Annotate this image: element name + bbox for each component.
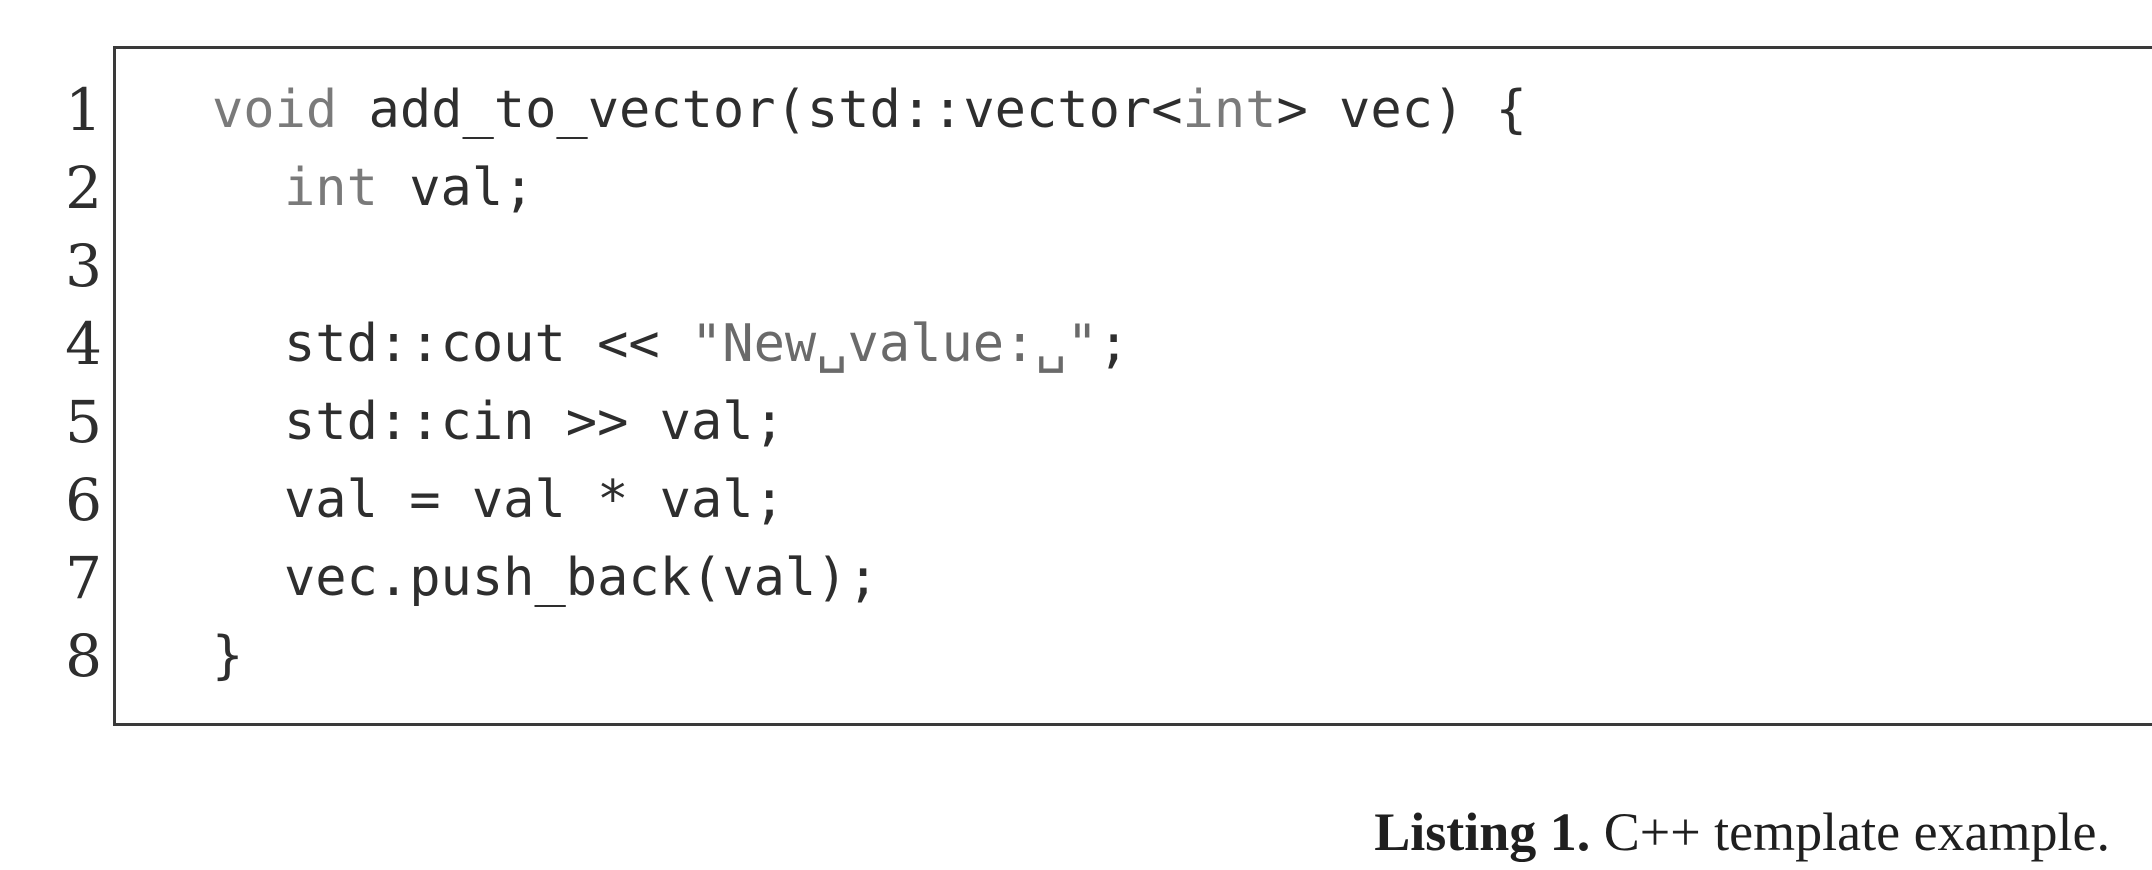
- declaration-rest: val;: [377, 158, 535, 218]
- caption-text: C++ template example.: [1590, 802, 2110, 862]
- line-number-6: 6: [65, 466, 102, 534]
- keyword-int: int: [284, 158, 378, 218]
- code-line-5: std::cin >> val;: [284, 392, 785, 452]
- statement-end: ;: [1098, 314, 1130, 374]
- line-number-7: 7: [65, 544, 102, 612]
- line-number-1: 1: [65, 76, 102, 144]
- line-number-8: 8: [65, 622, 102, 690]
- code-line-8: }: [212, 626, 244, 686]
- code-line-1: void add_to_vector(std::vector<int> vec)…: [212, 70, 1527, 150]
- line-number-4: 4: [65, 310, 102, 378]
- code-line-2: int val;: [284, 148, 534, 228]
- line-number-2: 2: [65, 154, 102, 222]
- keyword-int: int: [1182, 80, 1277, 140]
- function-signature-close: > vec) {: [1276, 80, 1527, 140]
- code-line-7: vec.push_back(val);: [284, 548, 879, 608]
- code-listing: 1 2 3 4 5 6 7 8 void add_to_vector(std::…: [0, 0, 2152, 870]
- line-number-5: 5: [65, 388, 102, 456]
- cout-statement: std::cout <<: [284, 314, 691, 374]
- line-number-3: 3: [65, 232, 102, 300]
- keyword-void: void: [212, 80, 338, 140]
- caption-label: Listing 1.: [1374, 802, 1591, 862]
- code-line-4: std::cout << "New␣value:␣";: [284, 304, 1129, 384]
- listing-caption: Listing 1. C++ template example.: [1374, 796, 2110, 868]
- code-line-6: val = val * val;: [284, 470, 785, 530]
- function-signature-open: add_to_vector(std::vector<: [337, 80, 1183, 140]
- string-literal: "New␣value:␣": [691, 314, 1098, 374]
